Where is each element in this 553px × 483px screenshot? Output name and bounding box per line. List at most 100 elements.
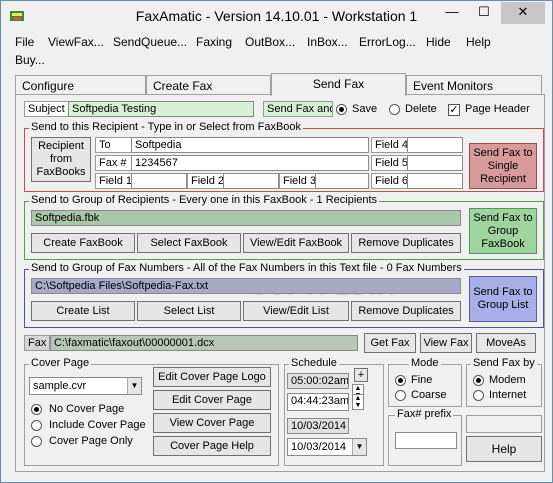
schedule-time1[interactable]: 05:00:02am	[287, 373, 349, 389]
send-by-legend: Send Fax by	[471, 357, 537, 369]
field5-label: Field 5	[371, 155, 408, 171]
cover-page-selected: sample.cvr	[33, 380, 87, 392]
schedule-date1[interactable]: 10/03/2014	[287, 418, 349, 434]
delete-radio[interactable]	[389, 104, 400, 115]
menu-buy[interactable]: Buy...	[15, 53, 45, 67]
menu-errorlog[interactable]: ErrorLog...	[359, 35, 416, 49]
schedule-plus-button[interactable]: +	[354, 368, 368, 382]
page-header-checkbox[interactable]: ✓	[448, 104, 460, 116]
title-bar[interactable]: FaxAmatic - Version 14.10.01 - Workstati…	[1, 1, 552, 31]
send-to-group-list-button[interactable]: Send Fax to Group List	[469, 276, 537, 322]
fine-radio[interactable]	[395, 375, 406, 386]
recipient-from-faxbooks-button[interactable]: Recipient from FaxBooks	[31, 137, 91, 182]
close-button[interactable]: ✕	[501, 2, 545, 24]
schedule-time2[interactable]: 04:44:23am	[287, 393, 349, 411]
create-faxbook-button[interactable]: Create FaxBook	[31, 233, 135, 253]
send-fax-and-label: Send Fax and	[263, 101, 333, 117]
send-by-group: Send Fax by Modem Internet	[466, 357, 542, 407]
save-label: Save	[352, 103, 378, 115]
tab-configure[interactable]: Configure	[15, 75, 146, 95]
include-cover-page-radio[interactable]	[31, 420, 42, 431]
select-faxbook-button[interactable]: Select FaxBook	[137, 233, 241, 253]
cover-page-group: Cover Page sample.cvr ▼ No Cover Page In…	[24, 357, 279, 466]
faxbook-group: Send to Group of Recipients - Every one …	[24, 194, 544, 260]
cover-page-legend: Cover Page	[29, 357, 92, 369]
internet-radio[interactable]	[473, 390, 484, 401]
fax-prefix-legend: Fax# prefix	[395, 408, 454, 420]
field4-input[interactable]	[407, 137, 463, 153]
fax-path-input[interactable]: C:\faxmatic\faxout\00000001.dcx	[50, 335, 358, 351]
remove-duplicates-list-button[interactable]: Remove Duplicates	[351, 301, 461, 321]
fax-number-input[interactable]: 1234567	[131, 155, 369, 171]
recipient-group: Send to this Recipient - Type in or Sele…	[24, 121, 544, 192]
create-list-button[interactable]: Create List	[31, 301, 135, 321]
no-cover-page-radio[interactable]	[31, 404, 42, 415]
internet-label: Internet	[489, 389, 527, 401]
menu-faxing[interactable]: Faxing	[196, 35, 232, 49]
fax-numbers-group: Send to Group of Fax Numbers - All of th…	[24, 262, 544, 328]
field2-input[interactable]	[223, 173, 279, 189]
fax-prefix-input[interactable]	[395, 432, 457, 449]
menu-sendqueue[interactable]: SendQueue...	[113, 35, 187, 49]
menu-viewfax[interactable]: ViewFax...	[48, 35, 104, 49]
tab-send-fax[interactable]: Send Fax	[271, 73, 406, 96]
fax-number-label: Fax #	[95, 155, 132, 171]
status-box	[466, 415, 542, 433]
menu-file[interactable]: File	[15, 35, 34, 49]
field3-label: Field 3	[279, 173, 316, 189]
view-edit-list-button[interactable]: View/Edit List	[243, 301, 349, 321]
edit-cover-page-button[interactable]: Edit Cover Page	[153, 390, 271, 410]
fax-numbers-legend: Send to Group of Fax Numbers - All of th…	[29, 262, 464, 274]
menu-inbox[interactable]: InBox...	[307, 35, 348, 49]
fine-label: Fine	[411, 374, 433, 386]
faxbook-file-input[interactable]: Softpedia.fbk	[31, 210, 461, 226]
send-single-recipient-button[interactable]: Send Fax to Single Recipient	[469, 143, 537, 189]
faxbook-legend: Send to Group of Recipients - Every one …	[29, 194, 380, 206]
cover-page-only-radio[interactable]	[31, 436, 42, 447]
menu-hide[interactable]: Hide	[426, 35, 451, 49]
calendar-dropdown-icon[interactable]: ▼	[352, 439, 366, 455]
send-fax-panel: SOFTPEDIA Subject Softpedia Testing Send…	[15, 94, 545, 472]
edit-cover-page-logo-button[interactable]: Edit Cover Page Logo	[153, 367, 271, 387]
cover-page-select[interactable]: sample.cvr ▼	[29, 377, 142, 395]
field6-input[interactable]	[407, 173, 463, 189]
minimize-button[interactable]: —	[437, 2, 467, 24]
coarse-label: Coarse	[411, 389, 447, 401]
coarse-radio[interactable]	[395, 390, 406, 401]
tab-event-monitors[interactable]: Event Monitors	[406, 75, 542, 95]
menu-outbox[interactable]: OutBox...	[245, 35, 295, 49]
tab-strip: Configure Create Fax Send Fax Event Moni…	[15, 73, 543, 96]
chevron-down-icon[interactable]: ▼	[127, 378, 141, 394]
view-fax-button[interactable]: View Fax	[420, 333, 472, 353]
tab-create-fax[interactable]: Create Fax	[146, 75, 271, 95]
field1-label: Field 1	[95, 173, 132, 189]
cover-page-help-button[interactable]: Cover Page Help	[153, 436, 271, 456]
maximize-button[interactable]: ☐	[469, 2, 499, 24]
no-cover-page-label: No Cover Page	[49, 403, 125, 415]
send-to-group-faxbook-button[interactable]: Send Fax to Group FaxBook	[469, 208, 537, 254]
to-input[interactable]: Softpedia	[131, 137, 369, 153]
get-fax-button[interactable]: Get Fax	[364, 333, 416, 353]
field1-input[interactable]	[131, 173, 187, 189]
subject-input[interactable]: Softpedia Testing	[68, 101, 254, 117]
time2-spinner-icon[interactable]: ▲ ▼	[352, 394, 364, 410]
help-button[interactable]: Help	[466, 436, 542, 462]
fax-label: Fax	[24, 335, 50, 351]
select-list-button[interactable]: Select List	[137, 301, 241, 321]
view-edit-faxbook-button[interactable]: View/Edit FaxBook	[243, 233, 349, 253]
moveas-button[interactable]: MoveAs	[476, 333, 536, 353]
field3-input[interactable]	[315, 173, 369, 189]
menu-help[interactable]: Help	[466, 35, 491, 49]
modem-radio[interactable]	[473, 375, 484, 386]
fax-prefix-group: Fax# prefix	[388, 408, 462, 466]
field4-label: Field 4	[371, 137, 408, 153]
schedule-date2-select[interactable]: 10/03/2014 ▼	[287, 438, 367, 456]
save-radio[interactable]	[336, 104, 347, 115]
field6-label: Field 6	[371, 173, 408, 189]
field5-input[interactable]	[407, 155, 463, 171]
page-header-label: Page Header	[465, 103, 530, 115]
fax-numbers-file-input[interactable]: C:\Softpedia Files\Softpedia-Fax.txt	[31, 278, 461, 294]
remove-duplicates-faxbook-button[interactable]: Remove Duplicates	[351, 233, 461, 253]
mode-legend: Mode	[409, 357, 441, 369]
view-cover-page-button[interactable]: View Cover Page	[153, 413, 271, 433]
